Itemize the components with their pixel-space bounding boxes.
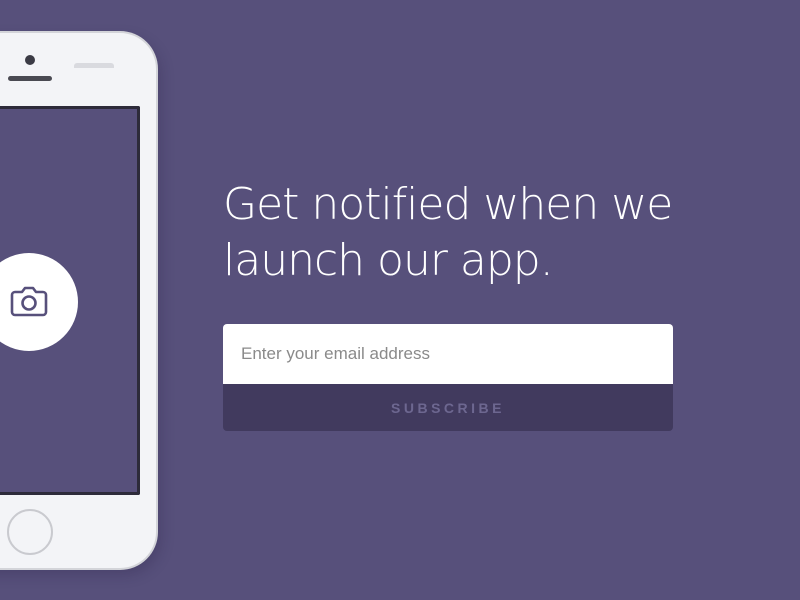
headline-line-2: launch our app. [223,235,554,286]
subscribe-button[interactable]: SUBSCRIBE [223,384,673,431]
landing-page: Get notified when we launch our app. SUB… [0,0,800,600]
phone-home-button [7,509,53,555]
email-input[interactable] [223,324,673,384]
phone-mockup [0,33,156,568]
phone-front-camera [25,55,35,65]
phone-power-button [74,63,114,68]
page-headline: Get notified when we launch our app. [223,177,743,289]
phone-speaker [8,76,52,81]
headline-line-1: Get notified when we [223,179,673,230]
phone-screen [0,106,140,495]
signup-form: SUBSCRIBE [223,324,673,431]
camera-bubble [0,253,78,351]
camera-icon [10,286,48,317]
